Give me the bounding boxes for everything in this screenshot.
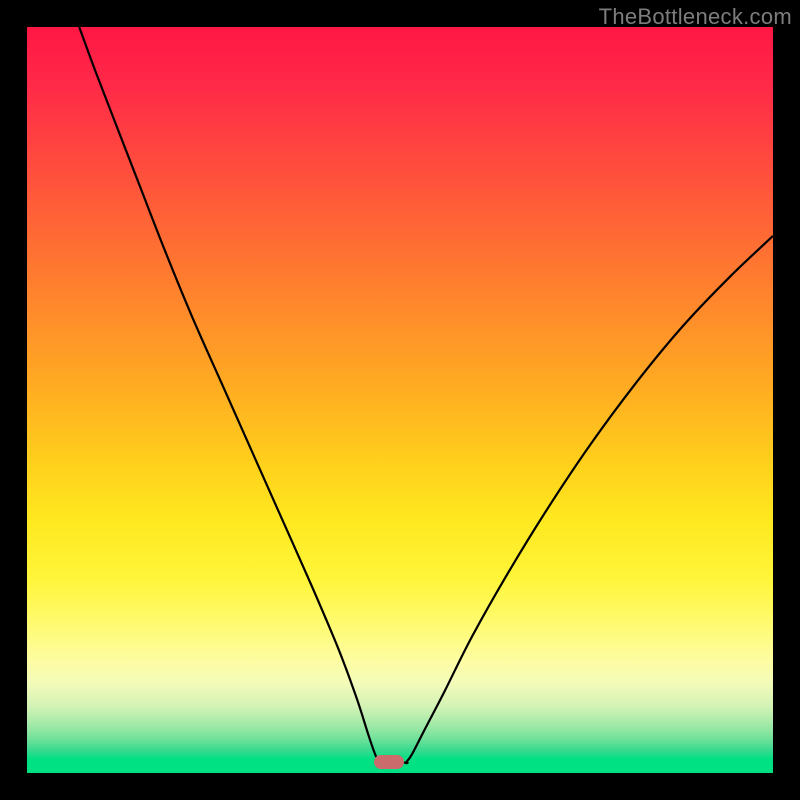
watermark-text: TheBottleneck.com: [599, 4, 792, 30]
chart-stage: TheBottleneck.com: [0, 0, 800, 800]
bottleneck-curve: [79, 27, 773, 763]
plot-area: [27, 27, 773, 773]
curve-svg: [27, 27, 773, 773]
optimal-marker: [374, 755, 404, 769]
